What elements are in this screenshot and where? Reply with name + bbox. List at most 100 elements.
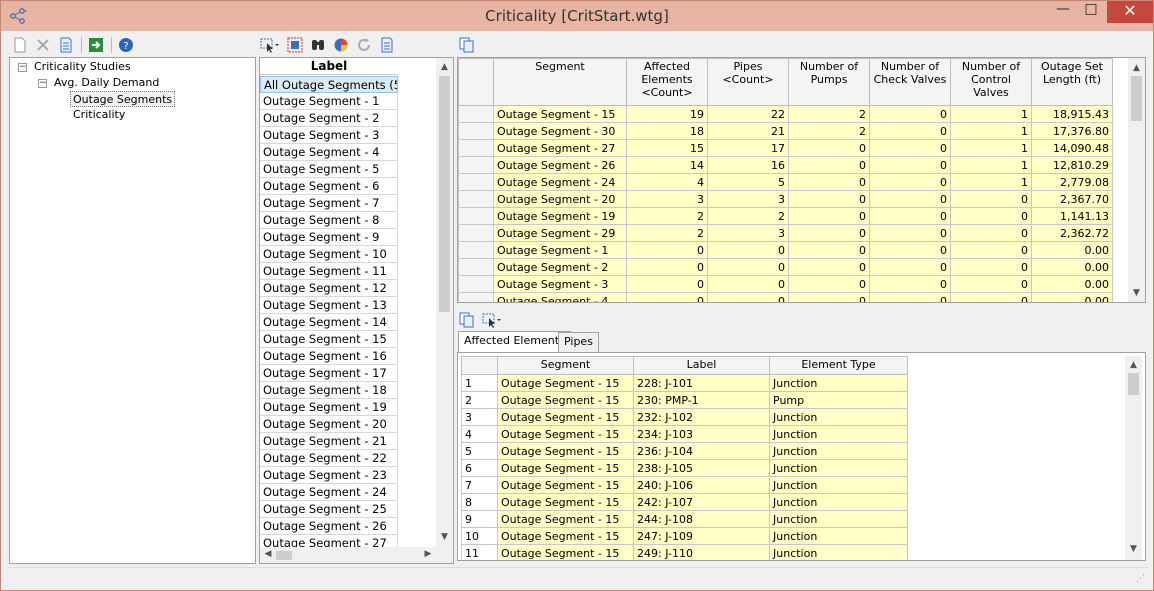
delete-icon[interactable] <box>35 37 51 53</box>
table-cell[interactable]: 0 <box>869 105 951 123</box>
scroll-right-arrow[interactable]: ▶ <box>423 549 433 559</box>
table-cell[interactable]: 1 <box>950 139 1032 157</box>
help-icon[interactable]: ? <box>118 37 134 53</box>
row-header[interactable] <box>458 275 494 293</box>
table-cell[interactable]: Junction <box>769 493 908 511</box>
list-item[interactable]: Outage Segment - 18 <box>260 382 398 399</box>
table-cell[interactable]: 0 <box>788 139 870 157</box>
table-row[interactable]: Outage Segment - 29 2 3 0 0 0 2,362.72 <box>458 224 1113 242</box>
table-row[interactable]: 1 Outage Segment - 15 228: J-101 Junction <box>461 374 908 392</box>
table-cell[interactable]: 0 <box>626 241 708 259</box>
copy-icon[interactable] <box>459 312 475 328</box>
table-cell[interactable]: 0 <box>950 190 1032 208</box>
compute-icon[interactable] <box>88 37 104 53</box>
column-header[interactable]: Element Type <box>769 356 908 375</box>
table-cell[interactable]: 0 <box>869 275 951 293</box>
table-cell[interactable]: 240: J-106 <box>633 476 770 494</box>
list-item[interactable]: Outage Segment - 1 <box>260 93 398 110</box>
row-number[interactable]: 4 <box>461 425 498 443</box>
tree-item-criticality[interactable]: Criticality <box>73 107 125 123</box>
table-cell[interactable]: 0 <box>788 275 870 293</box>
table-cell[interactable]: 0 <box>950 207 1032 225</box>
list-item[interactable]: Outage Segment - 24 <box>260 484 398 501</box>
table-cell[interactable]: 0.00 <box>1031 241 1113 259</box>
row-number[interactable]: 11 <box>461 544 498 560</box>
scroll-down-arrow[interactable]: ▼ <box>1128 288 1145 298</box>
select-icon[interactable] <box>482 312 502 328</box>
table-row[interactable]: Outage Segment - 19 2 2 0 0 0 1,141.13 <box>458 207 1113 225</box>
table-cell[interactable]: 0 <box>950 224 1032 242</box>
table-cell[interactable]: 2,362.72 <box>1031 224 1113 242</box>
table-cell[interactable]: 0 <box>869 224 951 242</box>
table-row[interactable]: Outage Segment - 1 0 0 0 0 0 0.00 <box>458 241 1113 259</box>
tree-item-outage-segments[interactable]: Outage Segments <box>70 91 176 107</box>
table-cell[interactable]: 0 <box>707 258 789 276</box>
table-cell[interactable]: 228: J-101 <box>633 374 770 392</box>
list-item[interactable]: Outage Segment - 11 <box>260 263 398 280</box>
table-cell[interactable]: Junction <box>769 527 908 545</box>
table-cell[interactable]: Outage Segment - 26 <box>493 156 627 174</box>
row-header[interactable] <box>458 105 494 123</box>
table-cell[interactable]: Junction <box>769 510 908 528</box>
table-row[interactable]: 6 Outage Segment - 15 238: J-105 Junction <box>461 459 908 477</box>
table-cell[interactable]: 2,367.70 <box>1031 190 1113 208</box>
table-cell[interactable]: 236: J-104 <box>633 442 770 460</box>
list-item[interactable]: Outage Segment - 5 <box>260 161 398 178</box>
table-cell[interactable]: 1 <box>950 122 1032 140</box>
table-cell[interactable]: 0 <box>626 275 708 293</box>
table-cell[interactable]: 3 <box>707 224 789 242</box>
scroll-down-arrow[interactable]: ▼ <box>1125 544 1142 554</box>
table-cell[interactable]: Outage Segment - 15 <box>497 374 634 392</box>
scroll-left-arrow[interactable]: ◀ <box>263 549 273 559</box>
table-cell[interactable]: 0 <box>788 190 870 208</box>
scroll-thumb[interactable] <box>1131 76 1142 121</box>
table-cell[interactable]: 0 <box>788 173 870 191</box>
table-cell[interactable]: 242: J-107 <box>633 493 770 511</box>
table-cell[interactable]: Pump <box>769 391 908 409</box>
table-cell[interactable]: 0 <box>869 207 951 225</box>
list-item[interactable]: Outage Segment - 9 <box>260 229 398 246</box>
table-cell[interactable]: 0.00 <box>1031 258 1113 276</box>
table-row[interactable]: 3 Outage Segment - 15 232: J-102 Junction <box>461 408 908 426</box>
table-cell[interactable]: 0 <box>788 224 870 242</box>
row-number[interactable]: 8 <box>461 493 498 511</box>
row-header[interactable] <box>458 207 494 225</box>
copy-icon[interactable] <box>459 37 475 53</box>
table-cell[interactable]: Outage Segment - 30 <box>493 122 627 140</box>
find-icon[interactable] <box>310 37 326 53</box>
table-cell[interactable]: Outage Segment - 15 <box>497 408 634 426</box>
list-item[interactable]: Outage Segment - 15 <box>260 331 398 348</box>
table-cell[interactable]: 0 <box>950 241 1032 259</box>
table-cell[interactable]: 18 <box>626 122 708 140</box>
table-cell[interactable]: Outage Segment - 3 <box>493 275 627 293</box>
column-header[interactable]: Number of Pumps <box>788 58 870 106</box>
table-cell[interactable]: Outage Segment - 15 <box>497 459 634 477</box>
table-cell[interactable]: 16 <box>707 156 789 174</box>
table-cell[interactable]: Outage Segment - 1 <box>493 241 627 259</box>
table-cell[interactable]: 249: J-110 <box>633 544 770 560</box>
refresh-icon[interactable] <box>356 37 372 53</box>
table-cell[interactable]: 0 <box>950 292 1032 302</box>
resize-grip-icon[interactable]: ⋰ <box>1136 574 1145 584</box>
table-cell[interactable]: 0 <box>788 241 870 259</box>
row-header[interactable] <box>458 139 494 157</box>
table-cell[interactable]: 0 <box>869 258 951 276</box>
list-item[interactable]: Outage Segment - 6 <box>260 178 398 195</box>
list-item[interactable]: Outage Segment - 7 <box>260 195 398 212</box>
row-header[interactable] <box>458 258 494 276</box>
table-cell[interactable]: 0 <box>869 190 951 208</box>
table-cell[interactable]: 0 <box>788 207 870 225</box>
table-cell[interactable]: 19 <box>626 105 708 123</box>
study-tree[interactable]: − Criticality Studies − Avg. Daily Deman… <box>9 57 256 564</box>
table-cell[interactable]: Outage Segment - 15 <box>497 476 634 494</box>
table-cell[interactable]: Outage Segment - 15 <box>493 105 627 123</box>
table-cell[interactable]: 0.00 <box>1031 292 1113 302</box>
table-cell[interactable]: 0 <box>869 292 951 302</box>
column-header[interactable]: Label <box>633 356 770 375</box>
table-cell[interactable]: 230: PMP-1 <box>633 391 770 409</box>
scroll-thumb[interactable] <box>1128 373 1139 395</box>
color-code-icon[interactable] <box>333 37 349 53</box>
table-cell[interactable]: 0 <box>707 275 789 293</box>
table-cell[interactable]: Junction <box>769 442 908 460</box>
table-cell[interactable]: 0.00 <box>1031 275 1113 293</box>
